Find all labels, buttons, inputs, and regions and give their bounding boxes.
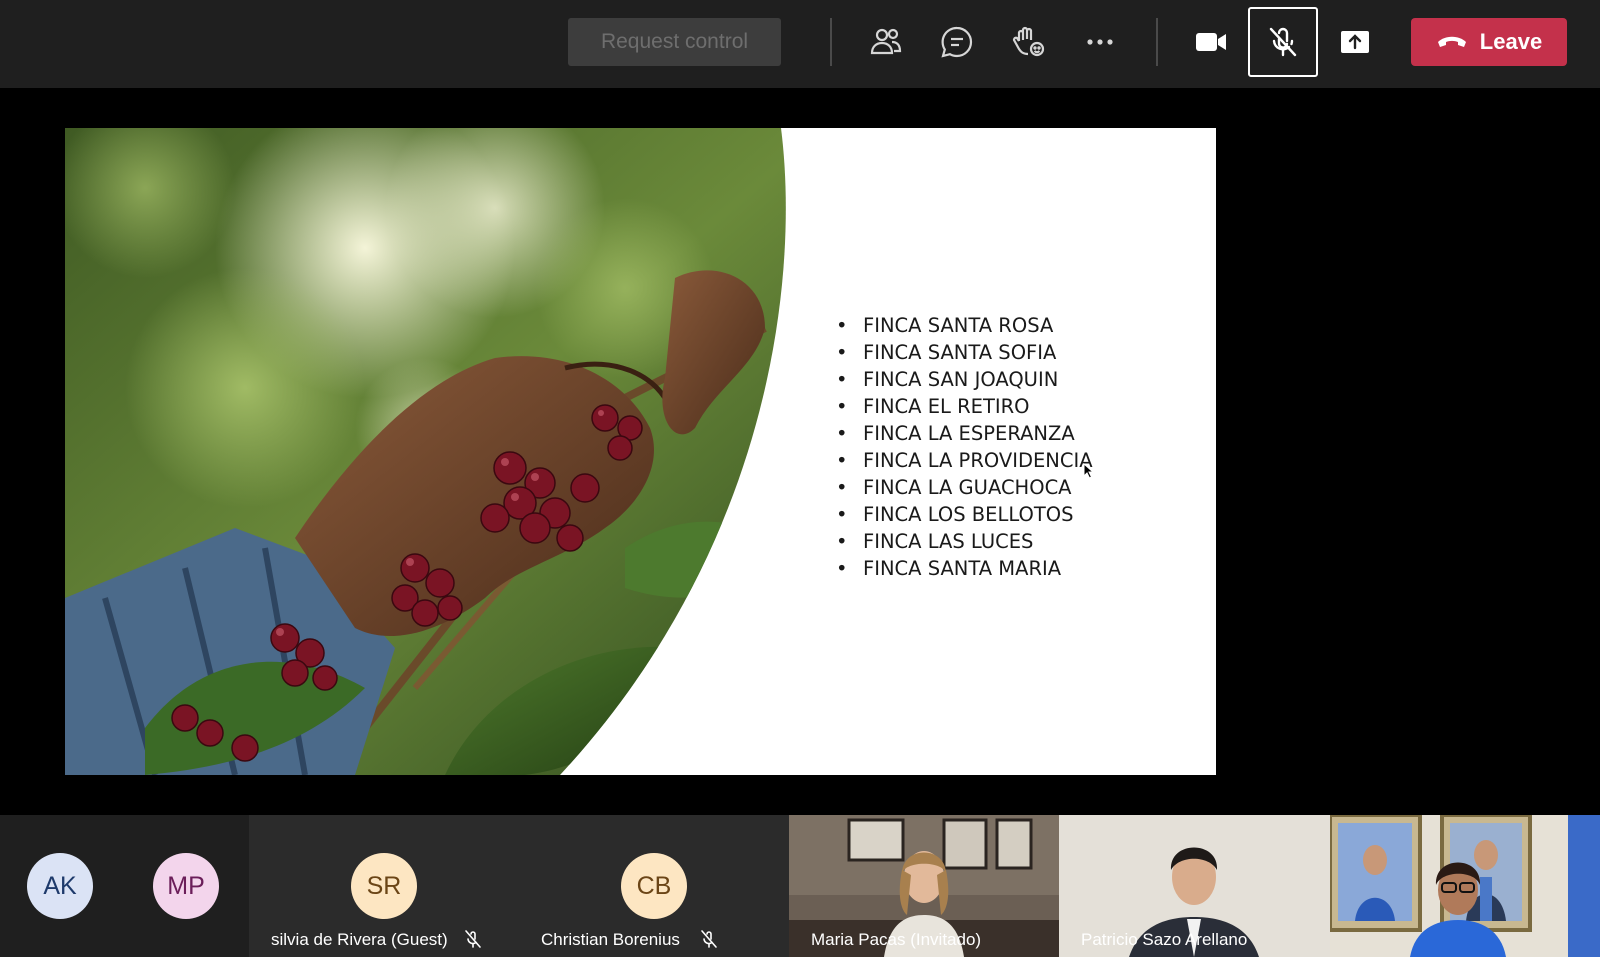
participant-name: silvia de Rivera (Guest): [271, 930, 448, 949]
leave-label: Leave: [1479, 29, 1543, 54]
participant-video-maria[interactable]: Maria Pacas (Invitado): [789, 815, 1059, 957]
list-item: FINCA LA PROVIDENCIA: [836, 447, 1096, 474]
list-item: FINCA SANTA ROSA: [836, 312, 1096, 339]
list-item: FINCA LA ESPERANZA: [836, 420, 1096, 447]
participant-tile-cb[interactable]: CB Christian Borenius: [519, 815, 789, 957]
list-item: FINCA SAN JOAQUIN: [836, 366, 1096, 393]
participant-video-official[interactable]: [1330, 815, 1600, 957]
more-options-icon[interactable]: [1072, 14, 1128, 70]
avatar: SR: [351, 853, 417, 919]
avatar: CB: [621, 853, 687, 919]
chat-icon[interactable]: [929, 14, 985, 70]
finca-list: FINCA SANTA ROSA FINCA SANTA SOFIA FINCA…: [836, 312, 1096, 582]
list-item: FINCA EL RETIRO: [836, 393, 1096, 420]
leave-button[interactable]: Leave: [1411, 18, 1567, 66]
toolbar-divider: [830, 18, 832, 66]
participant-tile-mp[interactable]: MP: [124, 815, 249, 957]
avatar: MP: [153, 853, 219, 919]
participant-name: Maria Pacas (Invitado): [811, 930, 982, 949]
list-item: FINCA LOS BELLOTOS: [836, 501, 1096, 528]
share-screen-icon[interactable]: [1327, 14, 1383, 70]
request-control-button[interactable]: Request control: [568, 18, 781, 66]
mouse-cursor-icon: [1083, 463, 1095, 479]
list-item: FINCA LAS LUCES: [836, 528, 1096, 555]
raise-hand-icon[interactable]: [1000, 14, 1056, 70]
people-icon[interactable]: [858, 14, 914, 70]
list-item: FINCA LA GUACHOCA: [836, 474, 1096, 501]
meeting-toolbar: Request control Leave: [0, 0, 1600, 88]
avatar: AK: [27, 853, 93, 919]
participant-tile-ak[interactable]: AK: [0, 815, 124, 957]
participant-name: Christian Borenius: [541, 930, 680, 949]
camera-icon[interactable]: [1183, 14, 1239, 70]
presentation-slide: FINCA SANTA ROSA FINCA SANTA SOFIA FINCA…: [65, 128, 1216, 775]
video-feed: [1330, 815, 1600, 957]
toolbar-divider: [1156, 18, 1158, 66]
hang-up-icon: [1437, 36, 1466, 47]
participant-tile-sr[interactable]: SR silvia de Rivera (Guest): [249, 815, 519, 957]
mic-off-icon: [465, 930, 481, 948]
participant-video-patricio[interactable]: Patricio Sazo Arellano: [1059, 815, 1330, 957]
list-item: FINCA SANTA MARIA: [836, 555, 1096, 582]
mic-off-icon: [1269, 27, 1297, 57]
list-item: FINCA SANTA SOFIA: [836, 339, 1096, 366]
participant-name: Patricio Sazo Arellano: [1081, 930, 1248, 949]
mic-toggle-button[interactable]: [1248, 7, 1318, 77]
mic-off-icon: [701, 930, 717, 948]
